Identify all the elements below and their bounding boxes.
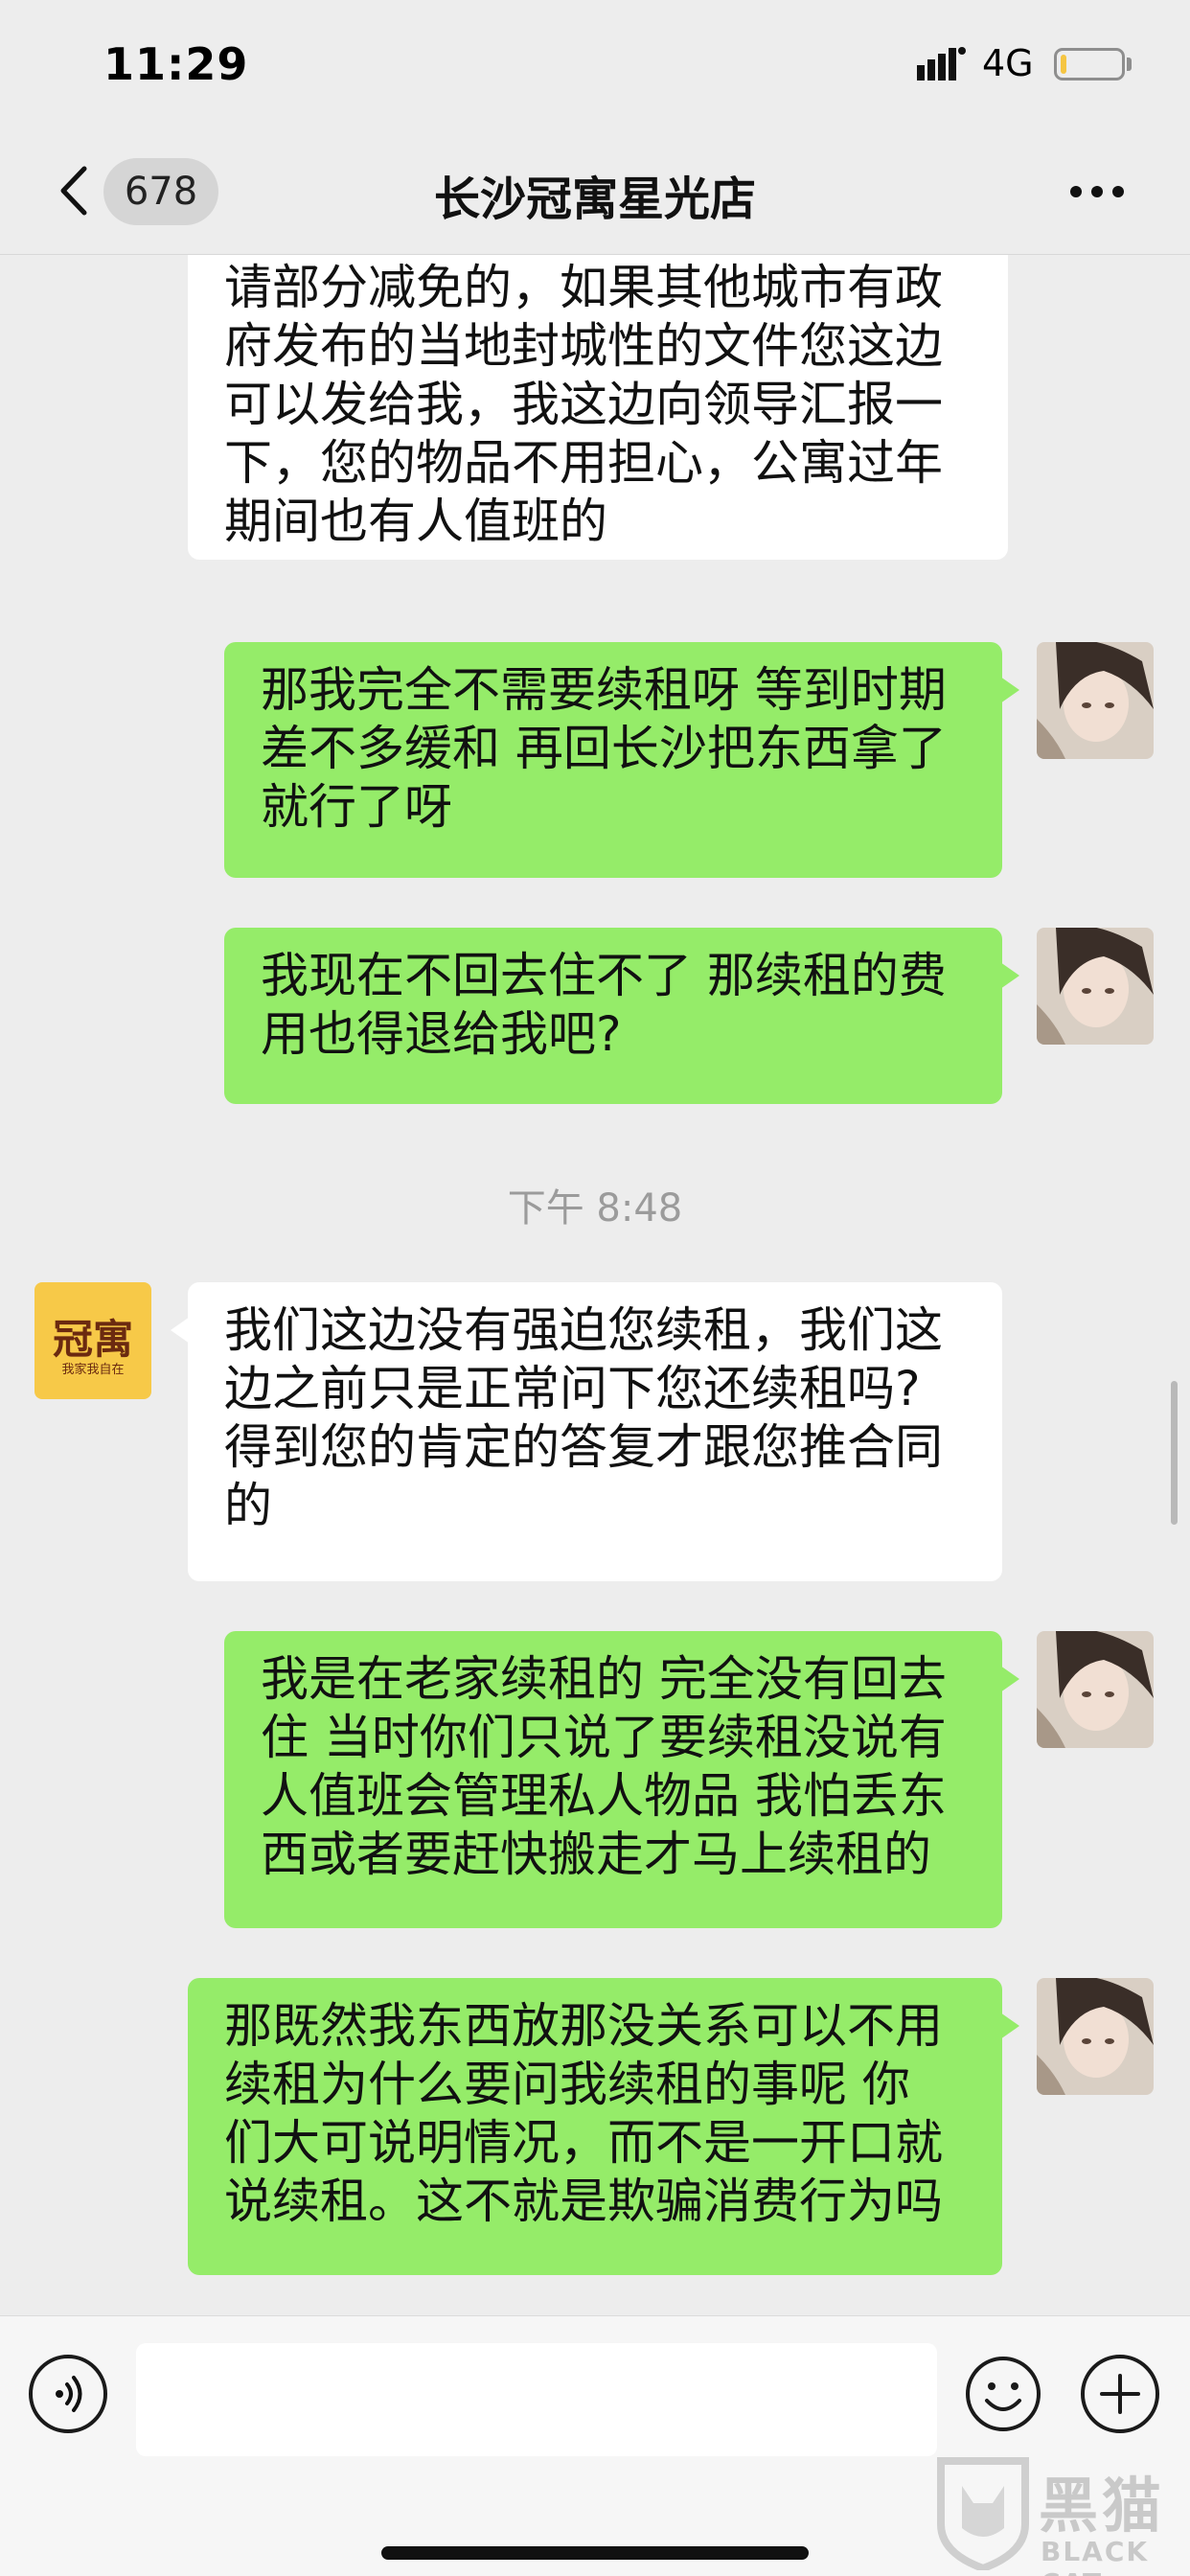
message-line: 差不多缓和 再回长沙把东西拿了 (261, 721, 947, 776)
message-line: 们大可说明情况，而不是一开口就 (224, 2115, 943, 2171)
user-avatar-image (1037, 642, 1154, 759)
scrollbar[interactable] (1171, 1381, 1178, 1525)
voice-button[interactable] (29, 2355, 107, 2433)
message-line: 说续租。这不就是欺骗消费行为吗 (224, 2174, 943, 2229)
user-avatar-image (1037, 1978, 1154, 2095)
chat-screen: 11:29 4G 678 长沙冠寓星光店 请部分减免的，如果其他城市有政 府发布… (0, 0, 1190, 2576)
battery-icon (1054, 48, 1125, 80)
user-avatar[interactable] (1037, 642, 1154, 759)
chat-title: 长沙冠寓星光店 (433, 172, 756, 226)
user-avatar[interactable] (1037, 1978, 1154, 2095)
message-timestamp: 下午 8:48 (507, 1186, 683, 1230)
message-line: 那既然我东西放那没关系可以不用 (224, 1998, 943, 2054)
message-list[interactable]: 请部分减免的，如果其他城市有政 府发布的当地封城性的文件您这边 可以发给我，我这… (0, 255, 1190, 2315)
user-avatar-image (1037, 1631, 1154, 1748)
message-line: 西或者要赶快搬走才马上续租的 (261, 1827, 931, 1882)
unread-count-badge[interactable]: 678 (103, 158, 218, 225)
shop-logo-subtext: 我家我自在 (61, 1363, 125, 1377)
message-bubble-sent[interactable]: 我是在老家续租的 完全没有回去 住 当时你们只说了要续租没说有 人值班会管理私人… (224, 1631, 1019, 1928)
status-time: 11:29 (103, 38, 249, 90)
smiley-icon[interactable] (964, 2355, 1042, 2433)
ellipsis-icon[interactable] (1068, 184, 1126, 199)
battery-level (1061, 55, 1066, 74)
shop-logo-text: 冠寓 (52, 1316, 133, 1363)
message-bubble-sent[interactable]: 我现在不回去住不了 那续租的费 用也得退给我吧? (224, 928, 1019, 1104)
user-avatar[interactable] (1037, 928, 1154, 1045)
voice-icon (56, 2376, 82, 2412)
status-bar: 11:29 4G (0, 0, 1190, 126)
message-line: 我是在老家续租的 完全没有回去 (261, 1651, 947, 1707)
message-line: 我现在不回去住不了 那续租的费 (261, 948, 947, 1003)
message-line: 边之前只是正常问下您还续租吗? (224, 1361, 921, 1416)
message-line: 的 (224, 1478, 272, 1533)
watermark-title: 黑猫 (1039, 2471, 1166, 2541)
message-line: 就行了呀 (261, 779, 452, 835)
signal-icon (917, 47, 966, 80)
message-line: 住 当时你们只说了要续租没说有 (261, 1710, 947, 1765)
message-bubble-received[interactable]: 我们这边没有强迫您续租，我们这 边之前只是正常问下您还续租吗? 得到您的肯定的答… (171, 1282, 1002, 1581)
shop-avatar[interactable]: 冠寓 我家我自在 (34, 1282, 151, 1399)
plus-button[interactable] (1081, 2355, 1159, 2433)
watermark: 黑猫 BLACK CAT (927, 2453, 1186, 2576)
message-bubble-sent[interactable]: 那既然我东西放那没关系可以不用 续租为什么要问我续租的事呢 你 们大可说明情况，… (188, 1978, 1019, 2275)
plus-icon (1100, 2374, 1140, 2414)
message-line: 可以发给我，我这边向领导汇报一 (224, 377, 943, 432)
black-cat-logo-icon (937, 2457, 1029, 2570)
message-bubble-sent[interactable]: 那我完全不需要续租呀 等到时期 差不多缓和 再回长沙把东西拿了 就行了呀 (224, 642, 1019, 878)
message-line: 用也得退给我吧? (261, 1006, 622, 1062)
user-avatar-image (1037, 928, 1154, 1045)
watermark-subtitle: BLACK CAT (1041, 2536, 1150, 2576)
nav-bar: 678 长沙冠寓星光店 (0, 126, 1190, 255)
message-line: 那我完全不需要续租呀 等到时期 (261, 662, 947, 718)
network-label: 4G (982, 42, 1034, 84)
message-line: 得到您的肯定的答复才跟您推合同 (224, 1419, 943, 1475)
message-line: 府发布的当地封城性的文件您这边 (224, 318, 943, 374)
message-line: 下，您的物品不用担心，公寓过年 (224, 435, 943, 491)
battery-cap (1127, 58, 1132, 71)
chevron-left-icon[interactable] (56, 165, 94, 217)
message-line: 我们这边没有强迫您续租，我们这 (224, 1302, 943, 1358)
message-bubble-received[interactable]: 请部分减免的，如果其他城市有政 府发布的当地封城性的文件您这边 可以发给我，我这… (188, 255, 1008, 560)
user-avatar[interactable] (1037, 1631, 1154, 1748)
home-indicator[interactable] (381, 2546, 809, 2560)
message-input[interactable] (136, 2343, 937, 2456)
message-line: 请部分减免的，如果其他城市有政 (224, 260, 943, 315)
message-line: 期间也有人值班的 (224, 494, 607, 549)
message-line: 续租为什么要问我续租的事呢 你 (224, 2057, 910, 2112)
message-line: 人值班会管理私人物品 我怕丢东 (261, 1768, 947, 1824)
